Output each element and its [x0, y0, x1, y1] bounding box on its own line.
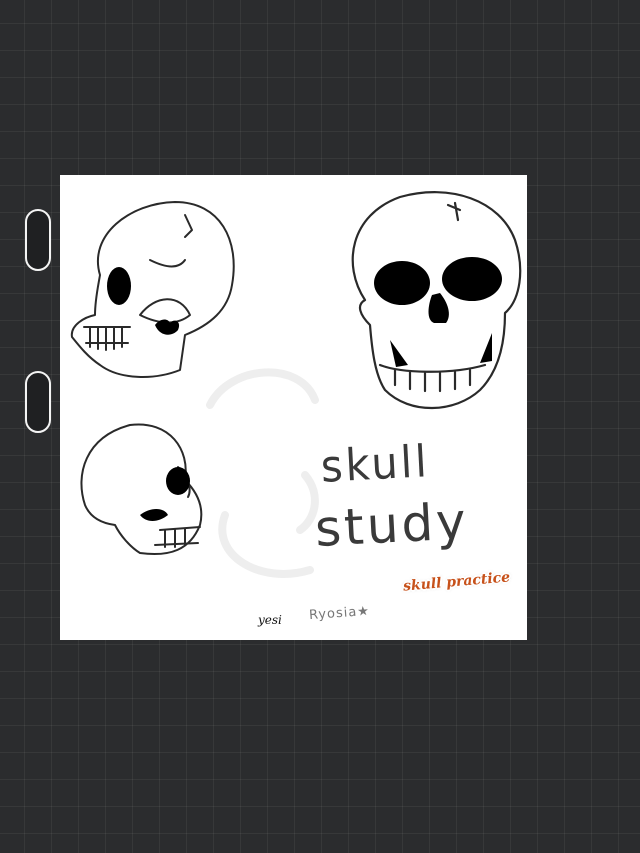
skull-front-nasal-cavity — [428, 293, 449, 323]
title-line-1: skull — [319, 436, 431, 493]
skull-front-right-cheek-shadow — [480, 333, 492, 363]
workspace-grid-background: skull study skull practice yesi Ryosia★ — [0, 0, 640, 853]
eraser-smudge — [206, 368, 319, 578]
skull-three-quarter-eye-socket — [166, 467, 190, 495]
skull-side-eye-socket — [107, 267, 131, 305]
drawing-canvas[interactable]: skull study skull practice yesi Ryosia★ — [60, 175, 527, 640]
skull-front-right-eye-socket — [442, 257, 502, 301]
skull-three-quarter-cheek-hole — [140, 509, 168, 521]
author-name: yesi — [258, 613, 282, 627]
skull-side-cheek-hole — [155, 319, 180, 335]
drag-handle-top-icon[interactable] — [25, 209, 51, 271]
skull-side-view — [70, 201, 235, 378]
title-line-2: study — [313, 492, 471, 558]
skull-front-left-cheek-shadow — [390, 340, 408, 367]
drag-handle-bottom-icon[interactable] — [25, 371, 51, 433]
skull-sketches — [70, 191, 522, 578]
skull-front-left-eye-socket — [374, 261, 430, 305]
